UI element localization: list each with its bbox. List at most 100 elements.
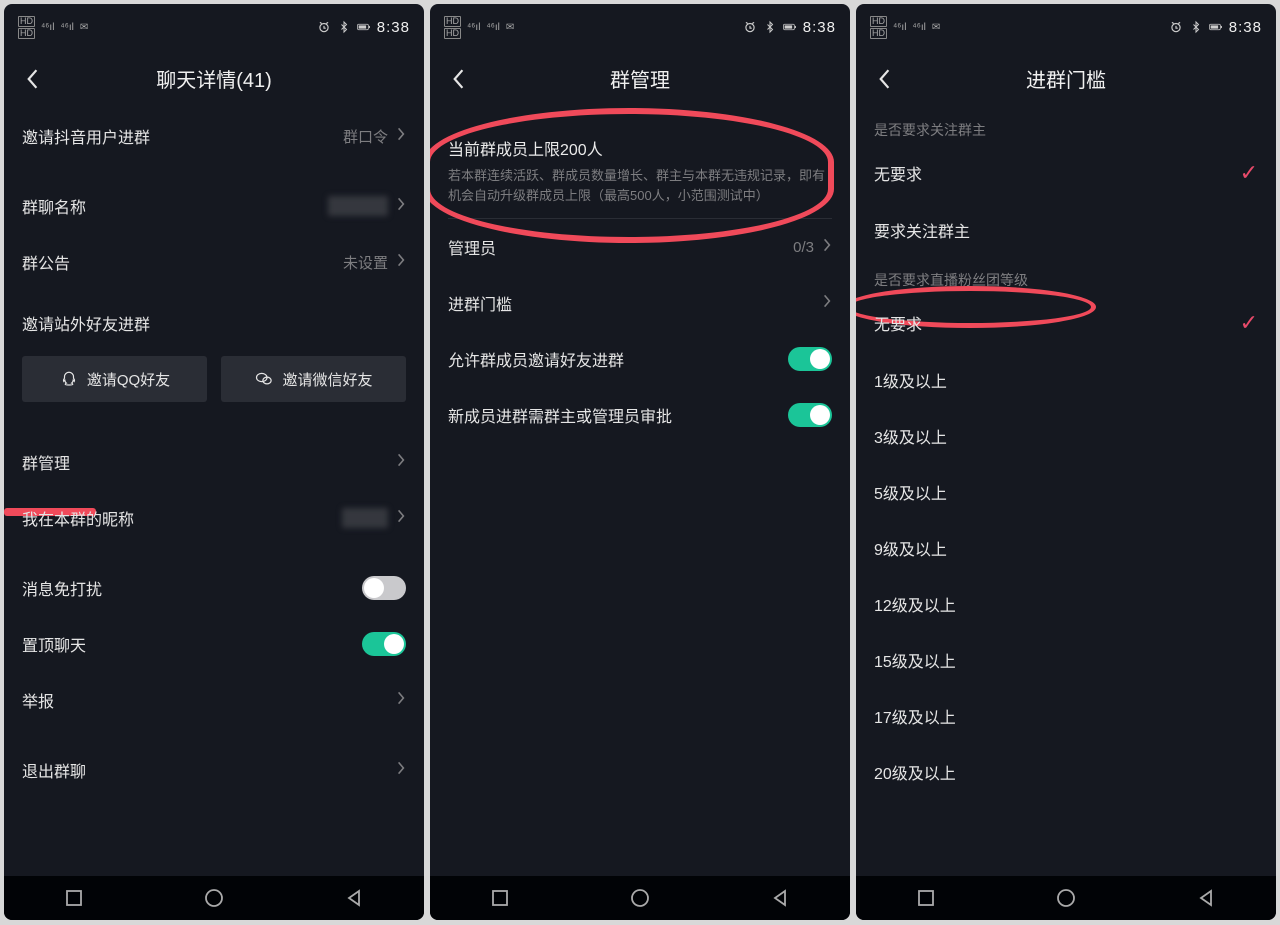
pin-toggle[interactable]	[362, 632, 406, 656]
mute-row[interactable]: 消息免打扰	[4, 560, 424, 616]
hd-icon: HD	[18, 28, 35, 39]
title-bar: 聊天详情(41)	[4, 50, 424, 108]
report-row[interactable]: 举报	[4, 672, 424, 728]
option-fan-level[interactable]: 12级及以上	[856, 576, 1276, 632]
share-button-row: 邀请QQ好友 邀请微信好友	[4, 346, 424, 420]
row-label: 群公告	[22, 250, 70, 274]
option-label: 17级及以上	[874, 704, 956, 728]
option-label: 3级及以上	[874, 424, 947, 448]
option-fan-level[interactable]: 5级及以上	[856, 464, 1276, 520]
pin-row[interactable]: 置顶聊天	[4, 616, 424, 672]
option-fan-level[interactable]: 15级及以上	[856, 632, 1276, 688]
nav-home-button[interactable]	[184, 876, 244, 920]
blurred-value	[342, 508, 388, 528]
option-fan-level[interactable]: 17级及以上	[856, 688, 1276, 744]
option-fan-level[interactable]: 3级及以上	[856, 408, 1276, 464]
nav-back-button[interactable]	[324, 876, 384, 920]
signal-icon: ⁴⁶ıl	[41, 22, 54, 33]
clock-text: 8:38	[377, 19, 410, 36]
phone-screen-2: HDHD ⁴⁶ıl ⁴⁶ıl ✉ 8:38 群管理 当前群成员上限200人 若本…	[430, 4, 850, 920]
status-bar: HDHD ⁴⁶ıl ⁴⁶ıl ✉ 8:38	[4, 4, 424, 50]
row-value: 群口令	[343, 126, 388, 147]
threshold-row[interactable]: 进群门槛	[430, 275, 850, 331]
nav-home-button[interactable]	[610, 876, 670, 920]
invite-wechat-button[interactable]: 邀请微信好友	[221, 356, 406, 402]
option-label: 15级及以上	[874, 648, 956, 672]
content-area: 邀请抖音用户进群 群口令 群聊名称 群公告 未设置 邀请站外好友进群 邀请QQ好…	[4, 108, 424, 876]
row-value: 未设置	[343, 252, 388, 273]
alarm-icon	[317, 20, 331, 34]
info-heading: 当前群成员上限200人	[448, 136, 832, 160]
hd-icon: HD	[870, 16, 887, 27]
mute-toggle[interactable]	[362, 576, 406, 600]
row-label: 我在本群的昵称	[22, 506, 134, 530]
section-follow-label: 是否要求关注群主	[856, 108, 1276, 144]
option-label: 9级及以上	[874, 536, 947, 560]
row-label: 置顶聊天	[22, 632, 86, 656]
section-fan-label: 是否要求直播粉丝团等级	[856, 258, 1276, 294]
chevron-right-icon	[396, 690, 406, 710]
row-label: 新成员进群需群主或管理员审批	[448, 403, 672, 427]
hd-icon: HD	[870, 28, 887, 39]
option-fan-level[interactable]: 20级及以上	[856, 744, 1276, 800]
qq-icon	[59, 370, 79, 388]
back-button[interactable]	[438, 59, 478, 99]
nav-recents-button[interactable]	[470, 876, 530, 920]
wechat-icon: ✉	[932, 22, 940, 33]
check-icon: ✓	[1240, 310, 1258, 336]
group-name-row[interactable]: 群聊名称	[4, 178, 424, 234]
content-area: 是否要求关注群主 无要求 ✓ 要求关注群主 是否要求直播粉丝团等级 无要求✓ 1级…	[856, 108, 1276, 876]
allow-invite-row[interactable]: 允许群成员邀请好友进群	[430, 331, 850, 387]
page-title: 群管理	[610, 64, 670, 93]
signal-icon: ⁴⁶ıl	[60, 22, 73, 33]
title-bar: 进群门槛	[856, 50, 1276, 108]
nav-recents-button[interactable]	[44, 876, 104, 920]
page-title: 聊天详情(41)	[156, 64, 272, 93]
android-nav-bar	[856, 876, 1276, 920]
nav-recents-button[interactable]	[896, 876, 956, 920]
option-fan-level[interactable]: 无要求✓	[856, 294, 1276, 352]
button-label: 邀请微信好友	[282, 369, 372, 390]
status-bar: HDHD ⁴⁶ıl ⁴⁶ıl ✉ 8:38	[430, 4, 850, 50]
announcement-row[interactable]: 群公告 未设置	[4, 234, 424, 290]
approve-toggle[interactable]	[788, 403, 832, 427]
row-value: 0/3	[793, 239, 814, 256]
allow-invite-toggle[interactable]	[788, 347, 832, 371]
title-bar: 群管理	[430, 50, 850, 108]
option-require-follow[interactable]: 要求关注群主	[856, 202, 1276, 258]
hd-icon: HD	[18, 16, 35, 27]
row-label: 群聊名称	[22, 194, 86, 218]
invite-qq-button[interactable]: 邀请QQ好友	[22, 356, 207, 402]
leave-group-row[interactable]: 退出群聊	[4, 742, 424, 798]
nickname-row[interactable]: 我在本群的昵称	[4, 490, 424, 546]
member-limit-info: 当前群成员上限200人 若本群连续活跃、群成员数量增长、群主与本群无违规记录，即…	[430, 108, 850, 218]
admins-row[interactable]: 管理员 0/3	[430, 219, 850, 275]
option-label: 要求关注群主	[874, 218, 970, 242]
bluetooth-icon	[763, 20, 777, 34]
row-label: 举报	[22, 688, 54, 712]
option-label: 1级及以上	[874, 368, 947, 392]
option-label: 20级及以上	[874, 760, 956, 784]
back-button[interactable]	[864, 59, 904, 99]
check-icon: ✓	[1240, 160, 1258, 186]
bluetooth-icon	[337, 20, 351, 34]
alarm-icon	[743, 20, 757, 34]
phone-screen-3: HDHD ⁴⁶ıl ⁴⁶ıl ✉ 8:38 进群门槛 是否要求关注群主 无要求 …	[856, 4, 1276, 920]
approve-row[interactable]: 新成员进群需群主或管理员审批	[430, 387, 850, 443]
nav-back-button[interactable]	[1176, 876, 1236, 920]
button-label: 邀请QQ好友	[87, 369, 170, 390]
option-none-follow[interactable]: 无要求 ✓	[856, 144, 1276, 202]
invite-douyin-row[interactable]: 邀请抖音用户进群 群口令	[4, 108, 424, 164]
nav-back-button[interactable]	[750, 876, 810, 920]
option-fan-level[interactable]: 9级及以上	[856, 520, 1276, 576]
back-button[interactable]	[12, 59, 52, 99]
chevron-right-icon	[396, 452, 406, 472]
option-label: 5级及以上	[874, 480, 947, 504]
chevron-right-icon	[822, 293, 832, 313]
info-description: 若本群连续活跃、群成员数量增长、群主与本群无违规记录，即有机会自动升级群成员上限…	[448, 166, 832, 206]
option-fan-level[interactable]: 1级及以上	[856, 352, 1276, 408]
nav-home-button[interactable]	[1036, 876, 1096, 920]
group-manage-row[interactable]: 群管理	[4, 434, 424, 490]
row-label: 邀请站外好友进群	[22, 311, 150, 335]
android-nav-bar	[430, 876, 850, 920]
